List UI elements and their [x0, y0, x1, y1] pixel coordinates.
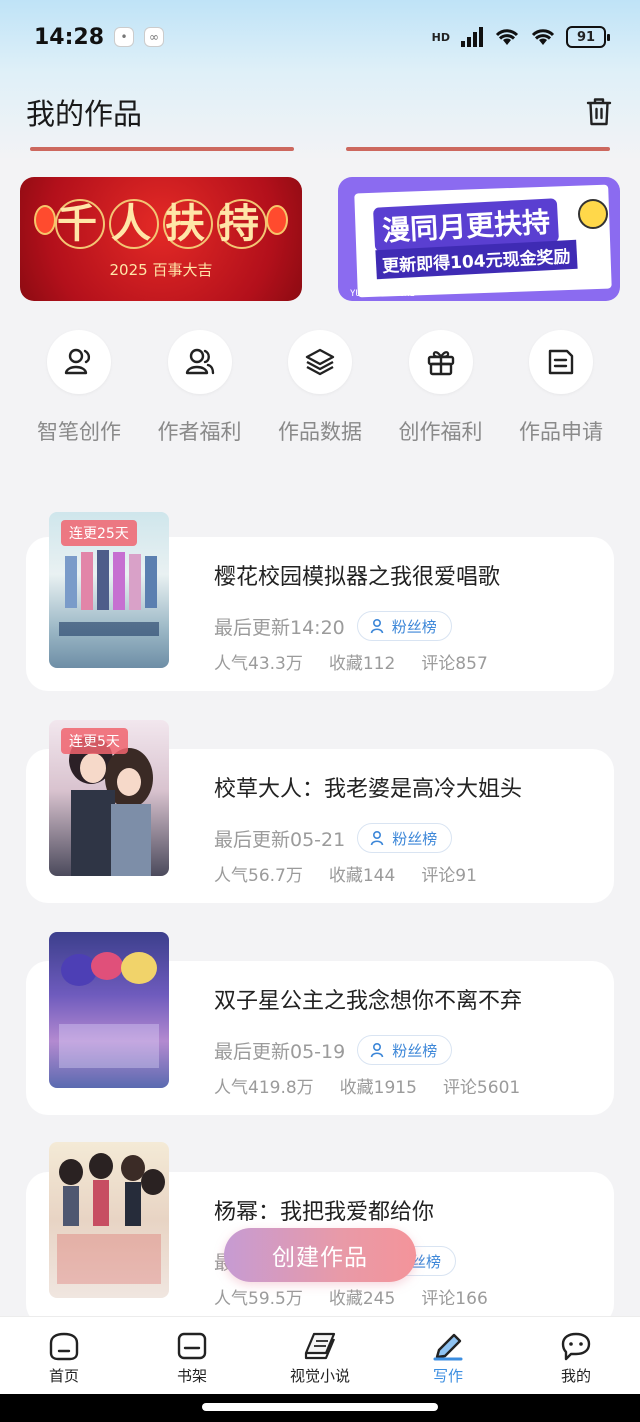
layers-icon — [288, 330, 352, 394]
wifi-icon — [495, 29, 519, 45]
promo-banners: 千人扶持 2025 百事大吉 漫同月更扶持 更新即得104元现金奖励 YUEGE… — [20, 177, 620, 301]
work-cover[interactable] — [49, 1142, 169, 1298]
banner-qianren-fuchi[interactable]: 千人扶持 2025 百事大吉 — [20, 177, 302, 301]
message-notification-icon: • — [114, 27, 135, 47]
favorites: 收藏144 — [328, 866, 396, 886]
bottom-tab-bar: 首页 书架 视觉小说 写作 我的 — [0, 1316, 640, 1394]
shortcut-zuozhe-fuli[interactable]: 作者福利 — [141, 330, 259, 446]
comments: 评论166 — [421, 1289, 488, 1309]
last-update: 最后更新05-21 — [214, 828, 346, 851]
cover-art — [57, 1153, 165, 1284]
tab-visual-novel[interactable]: 视觉小说 — [256, 1317, 384, 1394]
favorites: 收藏112 — [328, 654, 396, 674]
banner-title: 千人扶持 — [55, 199, 267, 249]
shortcut-zhibi-chuangzuo[interactable]: 智笔创作 — [20, 330, 138, 446]
pen-icon — [433, 1333, 463, 1361]
page-title: 我的作品 — [26, 97, 143, 131]
work-cover[interactable]: 连更5天 — [49, 720, 169, 876]
work-title: 杨幂：我把我爱都给你 — [214, 1200, 435, 1225]
tab-mine[interactable]: 我的 — [512, 1317, 640, 1394]
shortcut-label: 作者福利 — [157, 420, 242, 444]
comments: 评论91 — [421, 866, 477, 886]
popularity: 人气59.5万 — [214, 1289, 303, 1309]
banner-yuegeng-fuchi[interactable]: 漫同月更扶持 更新即得104元现金奖励 YUEGENGFUCHI — [338, 177, 620, 301]
home-indicator[interactable] — [202, 1403, 438, 1411]
status-bar: 14:28 • ∞ HD 91 — [0, 0, 640, 74]
popularity: 人气43.3万 — [214, 654, 303, 674]
tab-writing[interactable]: 写作 — [384, 1317, 512, 1394]
status-time: 14:28 — [34, 24, 105, 50]
fans-rank-button[interactable]: 粉丝榜 — [356, 611, 452, 641]
work-cover[interactable]: 连更25天 — [49, 512, 169, 668]
user-icon — [370, 830, 384, 846]
tab-label: 视觉小说 — [289, 1367, 350, 1385]
page-header: 我的作品 — [0, 80, 640, 144]
streak-badge: 连更25天 — [61, 520, 137, 546]
fans-rank-button[interactable]: 粉丝榜 — [357, 823, 453, 853]
banner-subtitle: 2025 百事大吉 — [109, 261, 213, 279]
battery-icon: 91 — [566, 26, 610, 48]
document-icon — [529, 330, 593, 394]
chat-bubble-icon — [561, 1332, 591, 1361]
user-icon — [370, 618, 384, 634]
work-title: 双子星公主之我念想你不离不弃 — [214, 989, 523, 1014]
shortcut-zuopin-shenqing[interactable]: 作品申请 — [502, 330, 620, 446]
network-label: HD — [431, 30, 450, 44]
tab-label: 写作 — [432, 1367, 463, 1385]
last-update: 最后更新14:20 — [214, 616, 345, 639]
shortcut-label: 创作福利 — [398, 420, 483, 444]
shortcut-row: 智笔创作 作者福利 作品数据 创作福利 作品申请 — [20, 330, 620, 446]
cellular-signal-icon — [461, 27, 483, 47]
create-work-button[interactable]: 创建作品 — [224, 1228, 416, 1282]
tab-label: 书架 — [176, 1367, 207, 1385]
streak-badge: 连更5天 — [61, 728, 128, 754]
user-icon — [370, 1042, 384, 1058]
work-cover[interactable] — [49, 932, 169, 1088]
shortcut-zuopin-shuju[interactable]: 作品数据 — [261, 330, 379, 446]
comments: 评论857 — [421, 654, 488, 674]
shortcut-label: 作品数据 — [278, 420, 362, 444]
banner-footer: YUEGENGFUCHI — [350, 289, 416, 299]
work-title: 校草大人：我老婆是高冷大姐头 — [214, 777, 523, 802]
popularity: 人气419.8万 — [214, 1078, 314, 1098]
shortcut-label: 智笔创作 — [37, 420, 121, 444]
fans-rank-button[interactable]: 粉丝榜 — [357, 1035, 453, 1065]
tab-bookshelf[interactable]: 书架 — [128, 1317, 256, 1394]
last-update: 最后更新05-19 — [214, 1040, 346, 1063]
tab-label: 我的 — [560, 1367, 591, 1385]
gesture-bar — [0, 1394, 640, 1422]
user-pen-icon — [47, 330, 111, 394]
popularity: 人气56.7万 — [214, 866, 303, 886]
carousel-edge-left — [30, 147, 294, 151]
shortcut-chuangzuo-fuli[interactable]: 创作福利 — [382, 330, 500, 446]
bookshelf-icon — [177, 1332, 207, 1360]
favorites: 收藏245 — [328, 1289, 396, 1309]
tab-home[interactable]: 首页 — [0, 1317, 128, 1394]
work-title: 樱花校园模拟器之我很爱唱歌 — [214, 565, 501, 590]
gift-icon — [408, 330, 473, 394]
favorites: 收藏1915 — [339, 1078, 417, 1098]
cover-art — [59, 952, 159, 1068]
users-icon — [167, 330, 232, 394]
app-notification-icon: ∞ — [144, 27, 165, 47]
book-icon — [304, 1332, 336, 1360]
home-icon — [49, 1332, 79, 1361]
carousel-edge-right — [346, 147, 610, 151]
shortcut-label: 作品申请 — [519, 420, 603, 444]
trash-icon[interactable] — [584, 95, 614, 129]
wifi-icon-secondary — [531, 29, 555, 45]
tab-label: 首页 — [48, 1367, 79, 1385]
smiley-icon — [578, 199, 608, 229]
comments: 评论5601 — [442, 1078, 521, 1098]
